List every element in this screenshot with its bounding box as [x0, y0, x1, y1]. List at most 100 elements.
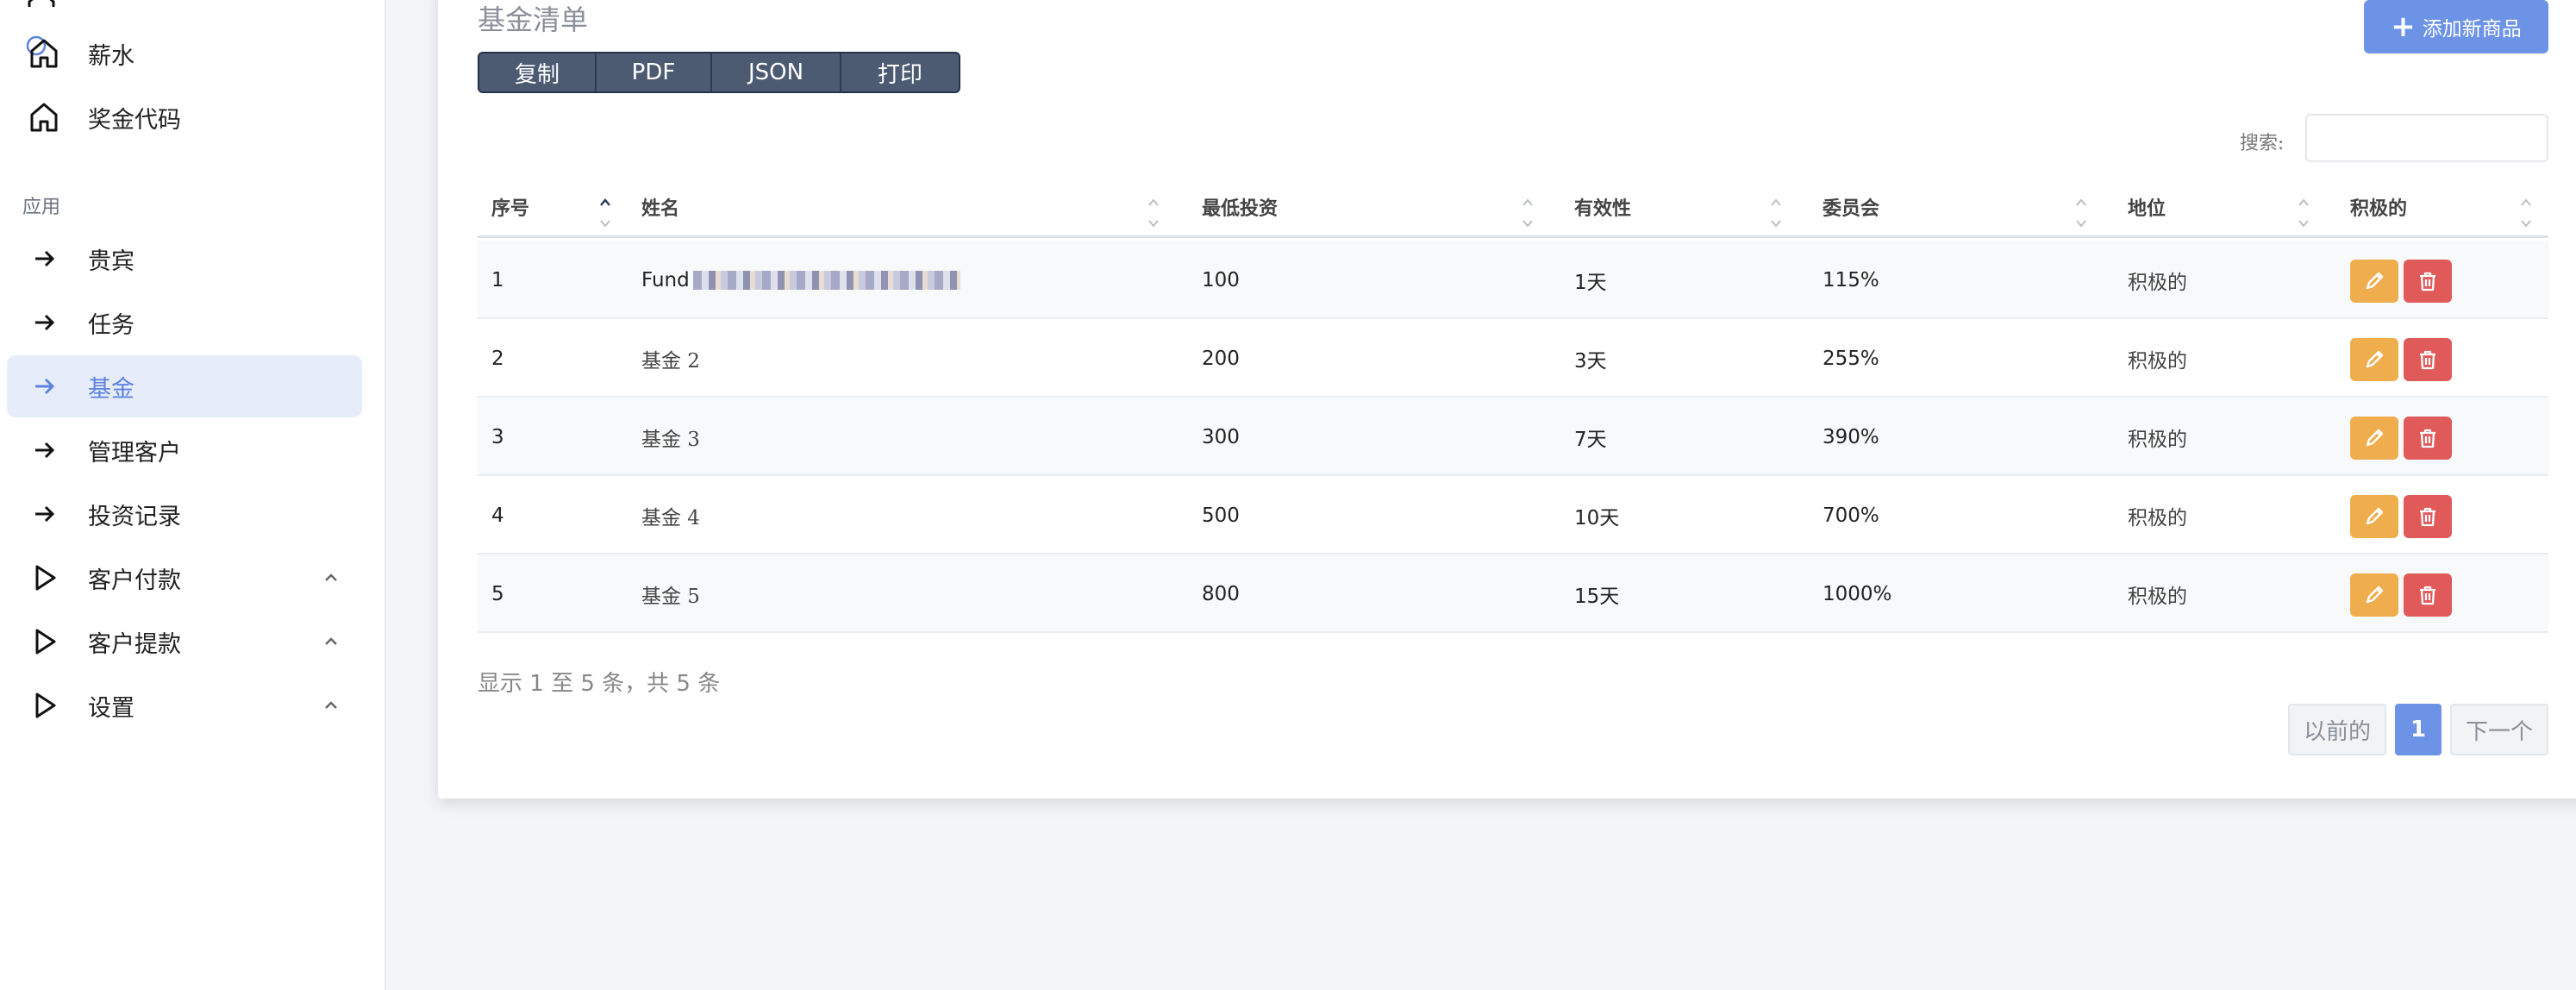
- cell-status: 积极的: [2128, 428, 2187, 451]
- cell-commission: 700%: [1823, 504, 1879, 527]
- cell-commission: 390%: [1823, 425, 1879, 448]
- cell-no: 3: [491, 425, 504, 448]
- cell-validity: 15天: [1574, 585, 1620, 608]
- sidebar-item-bonus-code[interactable]: 奖金代码: [7, 86, 362, 148]
- sort-icon: [1145, 195, 1162, 233]
- sidebar-item-vip[interactable]: 贵宾: [7, 228, 362, 290]
- arrow-right-icon: [24, 429, 66, 471]
- play-outline-icon: [24, 557, 66, 598]
- pagination-next-button[interactable]: 下一个: [2450, 704, 2548, 755]
- cell-name: 基金 4: [641, 506, 700, 529]
- sidebar-item-label: 基金: [88, 375, 134, 403]
- arrow-right-icon: [24, 493, 66, 535]
- chevron-up-icon[interactable]: [317, 564, 345, 592]
- delete-button[interactable]: [2404, 260, 2452, 303]
- chevron-up-icon[interactable]: [317, 692, 345, 719]
- table-header: 序号 姓名 最低投资 有效性 委员会 地位 积极的: [478, 186, 2548, 238]
- sort-icon: [1767, 195, 1785, 233]
- column-header-commission[interactable]: 委员会: [1809, 186, 2114, 238]
- cell-validity: 7天: [1574, 428, 1607, 451]
- delete-button[interactable]: [2404, 417, 2452, 460]
- cell-name: 基金 2: [641, 349, 700, 373]
- trash-icon: [2420, 507, 2435, 527]
- play-outline-icon: [24, 685, 66, 726]
- sidebar-item-label: 贵宾: [88, 248, 134, 275]
- column-header-label: 有效性: [1574, 197, 1632, 220]
- edit-button[interactable]: [2350, 338, 2398, 381]
- cell-min-investment: 200: [1202, 347, 1240, 370]
- delete-button[interactable]: [2404, 495, 2452, 538]
- cell-validity: 1天: [1574, 271, 1607, 294]
- home-icon[interactable]: [24, 0, 59, 7]
- page-title: 基金清单: [478, 3, 589, 36]
- column-header-min-investment[interactable]: 最低投资: [1188, 186, 1560, 238]
- column-header-actions[interactable]: 积极的: [2336, 186, 2548, 238]
- edit-button[interactable]: [2350, 495, 2398, 538]
- add-new-item-label: 添加新商品: [2422, 18, 2522, 41]
- cell-commission: 255%: [1823, 347, 1879, 370]
- sidebar-item-investment-records[interactable]: 投资记录: [7, 483, 362, 545]
- column-header-validity[interactable]: 有效性: [1560, 186, 1809, 238]
- cell-min-investment: 800: [1202, 582, 1240, 605]
- cell-status: 积极的: [2128, 506, 2187, 529]
- arrow-right-icon: [24, 238, 66, 279]
- cell-name: Fund: [641, 241, 960, 319]
- column-header-status[interactable]: 地位: [2114, 186, 2336, 238]
- column-header-no[interactable]: 序号: [478, 186, 628, 238]
- column-header-name[interactable]: 姓名: [628, 186, 1188, 238]
- sidebar-item-label: 奖金代码: [88, 106, 181, 134]
- pagination-page-1[interactable]: 1: [2395, 704, 2442, 755]
- table-row: 5 基金 5 800 15天 1000% 积极的: [478, 555, 2548, 633]
- sort-icon: [1519, 195, 1536, 233]
- chevron-up-icon[interactable]: [317, 628, 345, 655]
- delete-button[interactable]: [2404, 338, 2452, 381]
- cell-min-investment: 300: [1202, 425, 1240, 448]
- edit-button[interactable]: [2350, 260, 2398, 303]
- pdf-button[interactable]: PDF: [597, 53, 712, 91]
- cell-validity: 3天: [1574, 349, 1607, 373]
- table-info: 显示 1 至 5 条，共 5 条: [478, 671, 721, 697]
- sort-icon: [597, 195, 614, 233]
- sidebar-item-funds[interactable]: 基金: [7, 355, 362, 417]
- cell-no: 1: [491, 268, 504, 291]
- pencil-icon: [2366, 350, 2384, 368]
- cell-no: 5: [491, 582, 504, 605]
- home-icon: [24, 33, 66, 74]
- sidebar-item-client-payments[interactable]: 客户付款: [7, 547, 362, 609]
- sidebar-item-client-withdrawals[interactable]: 客户提款: [7, 611, 362, 673]
- fund-list-card: 基金清单 复制 PDF JSON 打印 + 添加新商品 搜索: 序号 姓名 最低…: [438, 0, 2576, 799]
- table-row: 4 基金 4 500 10天 700% 积极的: [478, 476, 2548, 555]
- sidebar-item-label: 客户提款: [88, 630, 181, 658]
- pencil-icon: [2366, 507, 2384, 525]
- sort-icon: [2295, 195, 2312, 233]
- edit-button[interactable]: [2350, 417, 2398, 460]
- home-icon: [24, 97, 66, 138]
- delete-button[interactable]: [2404, 573, 2452, 617]
- pencil-icon: [2366, 586, 2384, 604]
- pencil-icon: [2366, 429, 2384, 447]
- pagination-prev-button[interactable]: 以前的: [2288, 704, 2386, 755]
- sidebar-item-salary[interactable]: 薪水: [7, 22, 362, 85]
- sidebar-item-label: 薪水: [88, 42, 134, 70]
- json-button[interactable]: JSON: [712, 53, 841, 91]
- sidebar: 薪水 奖金代码 应用 贵宾 任务 基金 管理客户 投资记录 客户付款 客户提款 …: [0, 0, 386, 990]
- column-header-label: 最低投资: [1202, 197, 1279, 220]
- edit-button[interactable]: [2350, 573, 2398, 617]
- add-new-item-button[interactable]: + 添加新商品: [2364, 0, 2548, 53]
- sort-icon: [2073, 195, 2090, 233]
- sidebar-item-label: 管理客户: [88, 439, 181, 467]
- cell-name: 基金 3: [641, 428, 700, 451]
- sidebar-section-label: 应用: [22, 197, 61, 218]
- trash-icon: [2420, 429, 2435, 448]
- arrow-right-icon: [24, 366, 66, 407]
- sidebar-item-label: 任务: [88, 311, 134, 339]
- copy-button[interactable]: 复制: [479, 53, 597, 91]
- sidebar-item-tasks[interactable]: 任务: [7, 291, 362, 354]
- cell-name-text: Fund: [641, 268, 690, 291]
- trash-icon: [2420, 350, 2435, 370]
- print-button[interactable]: 打印: [841, 53, 959, 91]
- sidebar-item-settings[interactable]: 设置: [7, 674, 362, 736]
- column-header-label: 地位: [2128, 197, 2166, 220]
- search-input[interactable]: [2305, 114, 2548, 162]
- sidebar-item-manage-clients[interactable]: 管理客户: [7, 419, 362, 481]
